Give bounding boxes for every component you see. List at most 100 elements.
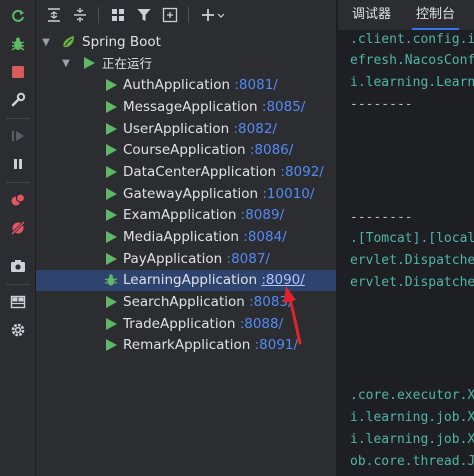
toolbar-separator (6, 284, 30, 285)
group-services-icon[interactable] (108, 5, 128, 25)
console-tab-bar: 调试器 控制台 (338, 0, 474, 30)
tree-app-row[interactable]: DataCenterApplication :8092/ (36, 162, 336, 183)
run-icon (84, 57, 95, 69)
debug-icon (104, 274, 118, 286)
tree-node-spring-boot[interactable]: ▼ Spring Boot (36, 32, 336, 53)
debug-icon[interactable] (8, 34, 28, 54)
console-line: i.learning.Learn (350, 75, 474, 90)
tree-app-row[interactable]: MediaApplication :8084/ (36, 227, 336, 248)
console-line: .client.config.i (350, 32, 474, 47)
toolbar-separator (188, 7, 189, 23)
run-icon (106, 79, 117, 91)
run-icon (106, 188, 117, 200)
port-link[interactable]: :8087/ (227, 251, 270, 267)
toolbar-separator (98, 7, 99, 23)
port-link[interactable]: :8086/ (250, 142, 293, 158)
stop-icon[interactable] (8, 62, 28, 82)
app-name: MessageApplication (123, 99, 258, 115)
tree-app-row[interactable]: UserApplication :8082/ (36, 119, 336, 140)
port-link[interactable]: :8085/ (262, 99, 305, 115)
console-line: i.learning.job.X (350, 432, 474, 447)
tree-app-row[interactable]: AuthApplication :8081/ (36, 75, 336, 96)
console-line: efresh.NacosConf (350, 53, 474, 68)
tab-console[interactable]: 控制台 (411, 0, 460, 30)
run-icon (106, 101, 117, 113)
console-line: ob.core.thread.J (350, 454, 474, 469)
tree-app-row[interactable]: SearchApplication :8083/ (36, 292, 336, 313)
run-icon (106, 144, 117, 156)
console-line: ervlet.Dispatche (350, 253, 474, 268)
console-line: i.learning.job.X (350, 410, 474, 425)
services-toolbar (36, 0, 336, 30)
console-line: ervlet.Dispatche (350, 275, 474, 290)
pause-icon[interactable] (8, 154, 28, 174)
resume-icon[interactable] (8, 126, 28, 146)
app-name: ExamApplication (123, 207, 237, 223)
app-name: CourseApplication (123, 142, 246, 158)
app-name: UserApplication (123, 121, 230, 137)
new-group-icon[interactable] (160, 5, 180, 25)
port-link[interactable]: :8082/ (234, 121, 277, 137)
tree-app-row[interactable]: GatewayApplication :10010/ (36, 184, 336, 205)
tree-app-row[interactable]: RemarkApplication :8091/ (36, 335, 336, 356)
app-name: DataCenterApplication (123, 164, 277, 180)
tree-app-row[interactable]: CourseApplication :8086/ (36, 140, 336, 161)
expand-all-icon[interactable] (44, 5, 64, 25)
app-name: PayApplication (123, 251, 223, 267)
console-line: .core.executor.X (350, 388, 474, 403)
collapse-all-icon[interactable] (70, 5, 90, 25)
run-icon (106, 123, 117, 135)
tree-node-label: Spring Boot (82, 34, 161, 50)
run-icon (106, 166, 117, 178)
filter-icon[interactable] (134, 5, 154, 25)
toolbar-separator (6, 118, 30, 119)
spring-boot-icon (63, 36, 74, 48)
port-link[interactable]: :8081/ (234, 77, 277, 93)
layout-icon[interactable] (8, 292, 28, 312)
console-line: -------- (350, 210, 413, 225)
port-link[interactable]: :8089/ (241, 207, 284, 223)
port-link[interactable]: :8091/ (255, 337, 298, 353)
tree-app-row[interactable]: PayApplication :8087/ (36, 249, 336, 270)
console-line: .[Tomcat].[local (350, 231, 474, 246)
chevron-down-icon[interactable]: ▼ (60, 53, 72, 74)
port-link[interactable]: :10010/ (262, 186, 314, 202)
app-name: TradeApplication (123, 316, 236, 332)
add-icon[interactable] (198, 5, 218, 25)
add-dropdown-chevron-icon[interactable] (216, 5, 226, 25)
camera-icon[interactable] (8, 256, 28, 276)
services-tree: ▼ Spring Boot ▼ 正在运行 AuthApplication :80… (36, 30, 336, 476)
port-link[interactable]: :8088/ (240, 316, 283, 332)
tree-app-row-selected[interactable]: LearningApplication :8090/ (36, 270, 336, 291)
port-link[interactable]: :8090/ (261, 272, 304, 288)
app-name: MediaApplication (123, 229, 239, 245)
tree-app-row[interactable]: MessageApplication :8085/ (36, 97, 336, 118)
port-link[interactable]: :8092/ (280, 164, 323, 180)
console-output[interactable]: .client.config.i efresh.NacosConf i.lear… (338, 30, 474, 476)
app-name: GatewayApplication (123, 186, 259, 202)
console-line: -------- (350, 97, 413, 112)
run-icon (106, 209, 117, 221)
wrench-icon[interactable] (8, 90, 28, 110)
tab-debugger[interactable]: 调试器 (352, 0, 391, 30)
rerun-icon[interactable] (8, 6, 28, 26)
tree-app-row[interactable]: ExamApplication :8089/ (36, 205, 336, 226)
run-icon (106, 253, 117, 265)
run-icon (106, 318, 117, 330)
settings-icon[interactable] (8, 320, 28, 340)
tree-node-label: 正在运行 (102, 56, 153, 71)
tree-app-row[interactable]: TradeApplication :8088/ (36, 314, 336, 335)
app-name: RemarkApplication (123, 337, 251, 353)
chevron-down-icon[interactable]: ▼ (40, 32, 52, 53)
tree-node-running-group[interactable]: ▼ 正在运行 (36, 53, 336, 74)
app-name: SearchApplication (123, 294, 245, 310)
run-icon (106, 296, 117, 308)
left-toolbar (0, 0, 36, 476)
port-link[interactable]: :8083/ (249, 294, 292, 310)
run-icon (106, 231, 117, 243)
app-name: AuthApplication (123, 77, 231, 93)
port-link[interactable]: :8084/ (243, 229, 286, 245)
breakpoints-icon[interactable] (8, 190, 28, 210)
run-icon (106, 339, 117, 351)
mute-breakpoints-icon[interactable] (8, 218, 28, 238)
